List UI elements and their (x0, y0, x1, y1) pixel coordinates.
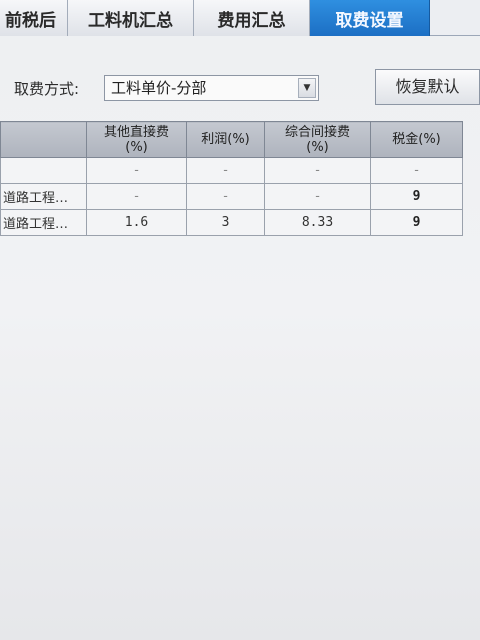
tab-material-summary[interactable]: 工料机汇总 (68, 0, 194, 36)
tab-fee-summary[interactable]: 费用汇总 (194, 0, 310, 36)
column-header-name[interactable] (0, 121, 87, 158)
cell-name[interactable]: 道路工程… (0, 183, 87, 210)
table-row[interactable]: - - - - (0, 157, 463, 184)
cell-other-direct[interactable]: 1.6 (86, 209, 187, 236)
column-header-profit[interactable]: 利润(%) (186, 121, 265, 158)
cell-tax[interactable]: - (370, 157, 463, 184)
table-row[interactable]: 道路工程… - - - 9 (0, 183, 463, 210)
table-row[interactable]: 道路工程… 1.6 3 8.33 9 (0, 209, 463, 236)
fee-method-label: 取费方式: (14, 80, 80, 98)
tab-label: 前税后 (5, 10, 56, 31)
tab-label: 取费设置 (335, 10, 404, 31)
cell-other-direct[interactable]: - (86, 183, 187, 210)
cell-profit[interactable]: - (186, 183, 265, 210)
column-header-indirect[interactable]: 综合间接费 (%) (264, 121, 371, 158)
chevron-down-icon[interactable]: ▼ (298, 78, 316, 98)
cell-indirect[interactable]: 8.33 (264, 209, 371, 236)
cell-profit[interactable]: - (186, 157, 265, 184)
cell-name[interactable]: 道路工程… (0, 209, 87, 236)
tab-label: 费用汇总 (217, 10, 286, 31)
tab-tax[interactable]: 前税后 (0, 0, 68, 36)
fee-table: 其他直接费 (%) 利润(%) 综合间接费 (%) 税金(%) - - - - 道路… (0, 121, 463, 236)
cell-tax[interactable]: 9 (370, 209, 463, 236)
cell-profit[interactable]: 3 (186, 209, 265, 236)
cell-other-direct[interactable]: - (86, 157, 187, 184)
tab-fee-settings[interactable]: 取费设置 (310, 0, 430, 36)
cell-tax[interactable]: 9 (370, 183, 463, 210)
fee-method-value: 工料单价-分部 (111, 79, 207, 97)
tab-bar: 前税后 工料机汇总 费用汇总 取费设置 (0, 0, 480, 36)
column-header-other-direct[interactable]: 其他直接费 (%) (86, 121, 187, 158)
cell-indirect[interactable]: - (264, 157, 371, 184)
restore-default-button[interactable]: 恢复默认 (375, 69, 480, 105)
table-header-row: 其他直接费 (%) 利润(%) 综合间接费 (%) 税金(%) (0, 121, 463, 158)
cell-name[interactable] (0, 157, 87, 184)
column-header-tax[interactable]: 税金(%) (370, 121, 463, 158)
tab-label: 工料机汇总 (88, 10, 173, 31)
fee-settings-panel: 取费方式: 工料单价-分部 ▼ 恢复默认 其他直接费 (%) 利润(%) 综合间接… (0, 36, 480, 640)
fee-method-select[interactable]: 工料单价-分部 ▼ (104, 75, 319, 101)
cell-indirect[interactable]: - (264, 183, 371, 210)
